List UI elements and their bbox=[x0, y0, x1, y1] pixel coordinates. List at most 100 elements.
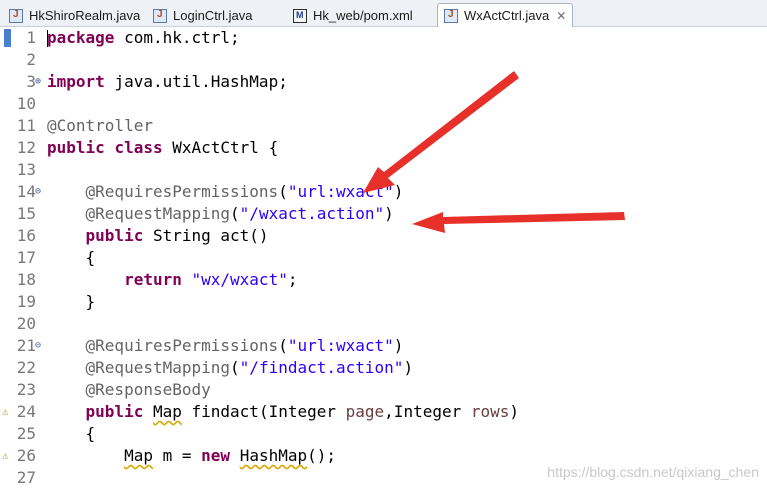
code-line[interactable]: 25 { bbox=[0, 423, 767, 445]
line-number: 26 bbox=[16, 446, 36, 465]
code-line[interactable]: 13 bbox=[0, 159, 767, 181]
tab-hkshirorealm[interactable]: HkShiroRealm.java bbox=[2, 3, 147, 27]
code-token: m = bbox=[152, 446, 202, 465]
code-line[interactable]: 10 bbox=[0, 93, 767, 115]
code-line[interactable]: 20 bbox=[0, 313, 767, 335]
code-token: "/findact.action" bbox=[239, 358, 404, 377]
line-number: 27 bbox=[16, 468, 36, 487]
code-token: ; bbox=[287, 270, 298, 289]
collapse-fold-icon[interactable]: ⊖ bbox=[35, 187, 41, 197]
code-line[interactable]: 18 return "wx/wxact"; bbox=[0, 269, 767, 291]
code-token: String act() bbox=[143, 226, 269, 245]
line-number: 11 bbox=[16, 116, 36, 135]
code-token: WxActCtrl { bbox=[162, 138, 279, 157]
line-number: 16 bbox=[16, 226, 36, 245]
code-token: findact(Integer bbox=[181, 402, 346, 421]
close-icon[interactable]: ✕ bbox=[556, 9, 566, 23]
line-number: 21 bbox=[16, 336, 36, 355]
code-line[interactable]: 2 bbox=[0, 49, 767, 71]
code-line[interactable]: 11 @Controller bbox=[0, 115, 767, 137]
code-token: java.util.HashMap; bbox=[114, 72, 288, 91]
code-text: @ResponseBody bbox=[47, 379, 211, 401]
code-line[interactable]: 1 package com.hk.ctrl; bbox=[0, 27, 767, 49]
tab-pom-xml[interactable]: Hk_web/pom.xml bbox=[286, 3, 420, 27]
line-number: 23 bbox=[16, 380, 36, 399]
line-number: 22 bbox=[16, 358, 36, 377]
line-number: 1 bbox=[26, 28, 36, 47]
code-line[interactable]: 15 @RequestMapping("/wxact.action") bbox=[0, 203, 767, 225]
code-text: public String act() bbox=[47, 225, 269, 247]
expand-fold-icon[interactable]: ⊕ bbox=[35, 77, 41, 87]
code-line[interactable]: 19 } bbox=[0, 291, 767, 313]
code-line[interactable]: 22 @RequestMapping("/findact.action") bbox=[0, 357, 767, 379]
tab-wxactctrl[interactable]: WxActCtrl.java ✕ bbox=[437, 3, 574, 27]
code-token: public bbox=[85, 226, 144, 245]
line-number: 20 bbox=[16, 314, 36, 333]
code-text: import java.util.HashMap; bbox=[47, 71, 288, 93]
java-file-icon bbox=[9, 8, 23, 23]
code-line[interactable]: 17 { bbox=[0, 247, 767, 269]
code-line[interactable]: 21 ⊖ @RequiresPermissions("url:wxact") bbox=[0, 335, 767, 357]
code-line[interactable]: 16 public String act() bbox=[0, 225, 767, 247]
code-editor[interactable]: 1 package com.hk.ctrl; 2 3 ⊕ import java.util… bbox=[0, 27, 767, 490]
code-token: ) bbox=[509, 402, 520, 421]
code-text: package com.hk.ctrl; bbox=[47, 27, 240, 49]
line-number: 17 bbox=[16, 248, 36, 267]
code-text: { bbox=[47, 247, 96, 269]
tab-label: Hk_web/pom.xml bbox=[313, 8, 413, 23]
line-number: 25 bbox=[16, 424, 36, 443]
code-token: Map bbox=[152, 402, 182, 421]
code-token: import bbox=[47, 72, 105, 91]
code-line[interactable]: 14 ⊖ @RequiresPermissions("url:wxact") bbox=[0, 181, 767, 203]
java-file-icon bbox=[153, 8, 167, 23]
code-token: rows bbox=[470, 402, 510, 421]
code-token: "/wxact.action" bbox=[239, 204, 385, 223]
code-token: public bbox=[85, 402, 144, 421]
code-token: ) bbox=[384, 204, 394, 223]
code-line[interactable]: ⚠ 24 public Map findact(Integer page,Inte… bbox=[0, 401, 767, 423]
tab-loginctrl[interactable]: LoginCtrl.java bbox=[146, 3, 260, 27]
code-token: Map bbox=[124, 446, 153, 465]
code-text: public Map findact(Integer page,Integer … bbox=[47, 401, 520, 423]
tab-label: WxActCtrl.java bbox=[464, 8, 550, 23]
tab-label: HkShiroRealm.java bbox=[29, 8, 141, 23]
watermark: https://blog.csdn.net/qixiang_chen bbox=[547, 464, 759, 480]
line-number: 18 bbox=[16, 270, 36, 289]
code-token: ) bbox=[403, 358, 414, 377]
code-text: @RequiresPermissions("url:wxact") bbox=[47, 335, 404, 357]
code-token: ,Integer bbox=[384, 402, 471, 421]
code-line[interactable]: 12 public class WxActCtrl { bbox=[0, 137, 767, 159]
code-token: "url:wxact" bbox=[287, 336, 394, 355]
code-line[interactable]: 3 ⊕ import java.util.HashMap; bbox=[0, 71, 767, 93]
code-token: HashMap bbox=[239, 446, 308, 465]
line-number: 24 bbox=[16, 402, 36, 421]
collapse-fold-icon[interactable]: ⊖ bbox=[35, 341, 41, 351]
code-token: ( bbox=[278, 182, 288, 201]
code-token: package bbox=[47, 28, 115, 47]
code-token: ) bbox=[393, 182, 404, 201]
code-token: public bbox=[47, 138, 105, 157]
code-token: @ResponseBody bbox=[85, 380, 211, 399]
code-token: ( bbox=[278, 336, 288, 355]
code-line[interactable]: 23 @ResponseBody bbox=[0, 379, 767, 401]
code-token: com.hk.ctrl; bbox=[124, 28, 240, 47]
code-text: @Controller bbox=[47, 115, 153, 137]
line-number: 13 bbox=[16, 160, 36, 179]
code-text: public class WxActCtrl { bbox=[47, 137, 278, 159]
code-text: @RequiresPermissions("url:wxact") bbox=[47, 181, 404, 203]
maven-xml-icon bbox=[293, 8, 307, 23]
code-token: { bbox=[47, 248, 96, 267]
